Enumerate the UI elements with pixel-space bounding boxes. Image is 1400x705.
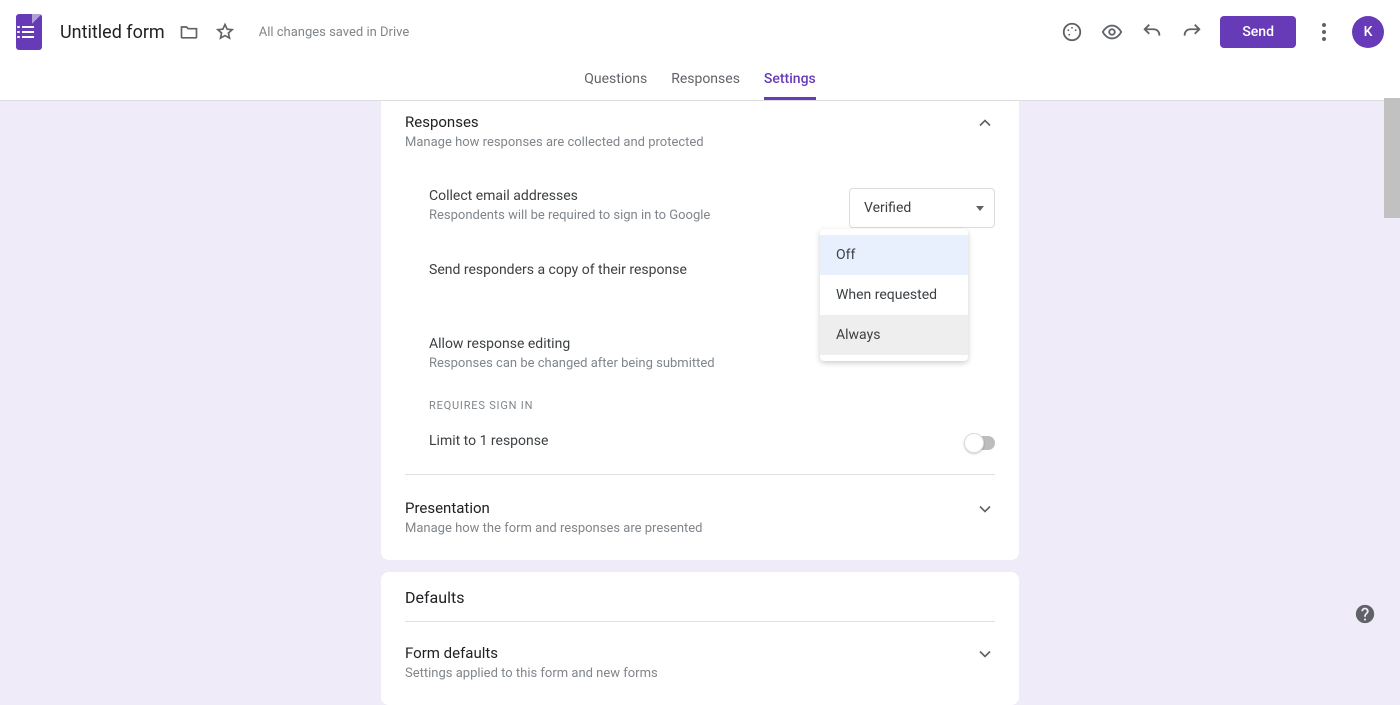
- section-subtitle: Manage how the form and responses are pr…: [405, 521, 703, 536]
- menu-item-off[interactable]: Off: [820, 235, 968, 275]
- section-title: Presentation: [405, 499, 703, 517]
- chevron-down-icon[interactable]: [975, 644, 995, 668]
- option-subtitle: Respondents will be required to sign in …: [429, 208, 710, 223]
- palette-icon[interactable]: [1060, 20, 1084, 44]
- section-subtitle: Manage how responses are collected and p…: [405, 135, 704, 150]
- option-title: Limit to 1 response: [429, 433, 548, 449]
- tab-settings[interactable]: Settings: [764, 71, 816, 100]
- requires-signin-label: REQUIRES SIGN IN: [429, 399, 995, 412]
- section-title: Responses: [405, 113, 704, 131]
- collect-email-dropdown[interactable]: Verified: [849, 188, 995, 228]
- more-icon[interactable]: [1312, 23, 1336, 41]
- scrollbar[interactable]: [1384, 98, 1400, 218]
- tab-questions[interactable]: Questions: [584, 71, 647, 100]
- app-header: Untitled form All changes saved in Drive…: [0, 0, 1400, 64]
- folder-icon[interactable]: [177, 20, 201, 44]
- eye-icon[interactable]: [1100, 20, 1124, 44]
- menu-item-when-requested[interactable]: When requested: [820, 275, 968, 315]
- option-title: Allow response editing: [429, 336, 715, 352]
- dropdown-value: Verified: [864, 200, 911, 216]
- option-title: Collect email addresses: [429, 188, 710, 204]
- option-title: Send responders a copy of their response: [429, 262, 687, 278]
- send-copy-dropdown-menu: Off When requested Always: [820, 229, 968, 361]
- forms-logo-icon[interactable]: [16, 14, 42, 50]
- star-icon[interactable]: [213, 20, 237, 44]
- section-title: Form defaults: [405, 644, 658, 662]
- limit-toggle[interactable]: [967, 436, 995, 450]
- redo-icon[interactable]: [1180, 20, 1204, 44]
- arrow-down-icon: [976, 206, 984, 211]
- option-collect-email: Collect email addresses Respondents will…: [429, 176, 995, 228]
- option-subtitle: Responses can be changed after being sub…: [429, 356, 715, 371]
- chevron-down-icon[interactable]: [975, 499, 995, 523]
- tab-responses[interactable]: Responses: [671, 71, 740, 100]
- defaults-card: Defaults Form defaults Settings applied …: [381, 572, 1019, 705]
- content-area: Responses Manage how responses are colle…: [0, 101, 1400, 705]
- defaults-title: Defaults: [405, 588, 995, 622]
- divider: [405, 474, 995, 475]
- section-responses[interactable]: Responses Manage how responses are colle…: [405, 101, 995, 150]
- help-icon[interactable]: [1354, 603, 1378, 627]
- option-limit-response: Limit to 1 response: [429, 420, 995, 450]
- toggle-knob: [964, 433, 984, 453]
- save-status: All changes saved in Drive: [259, 25, 410, 40]
- chevron-up-icon[interactable]: [975, 113, 995, 137]
- menu-item-always[interactable]: Always: [820, 315, 968, 355]
- undo-icon[interactable]: [1140, 20, 1164, 44]
- section-form-defaults[interactable]: Form defaults Settings applied to this f…: [405, 622, 995, 681]
- form-title[interactable]: Untitled form: [60, 22, 165, 43]
- section-subtitle: Settings applied to this form and new fo…: [405, 666, 658, 681]
- send-button[interactable]: Send: [1220, 16, 1296, 48]
- avatar[interactable]: K: [1352, 16, 1384, 48]
- tabbar: Questions Responses Settings: [0, 64, 1400, 100]
- header-actions: Send K: [1060, 16, 1384, 48]
- section-presentation[interactable]: Presentation Manage how the form and res…: [405, 487, 995, 536]
